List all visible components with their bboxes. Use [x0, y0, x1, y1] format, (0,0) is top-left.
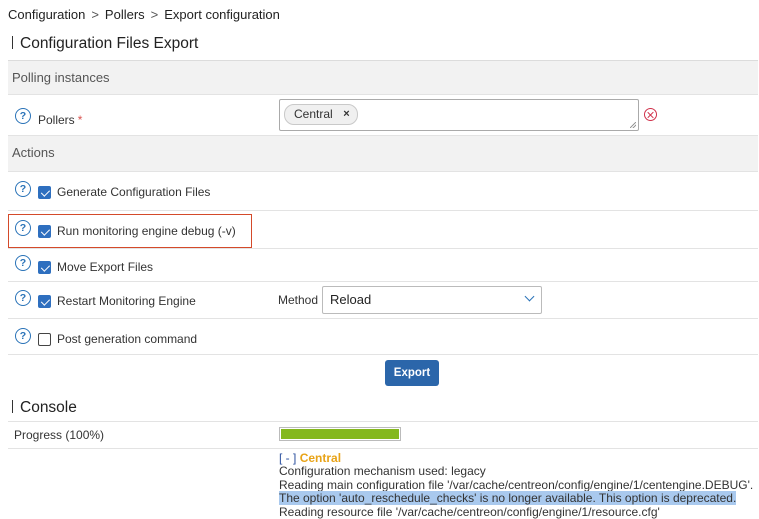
progress-label: Progress (100%) [14, 428, 105, 442]
log-line: Reading main configuration file '/var/ca… [279, 477, 754, 492]
poller-tag-central: Central × [284, 104, 358, 125]
breadcrumb-pollers[interactable]: Pollers [105, 7, 145, 22]
log-line: Reading resource file '/var/cache/centre… [279, 504, 660, 519]
help-icon[interactable]: ? [15, 255, 31, 271]
console-log: [ - ] Central Configuration mechanism us… [279, 451, 754, 519]
pollers-row: ? Pollers * Central × [8, 95, 758, 136]
actions-header: Actions [8, 136, 758, 172]
console-section-title: Console [12, 399, 77, 417]
help-icon[interactable]: ? [15, 108, 31, 124]
help-icon[interactable]: ? [15, 181, 31, 197]
breadcrumb-export-configuration[interactable]: Export configuration [164, 7, 280, 22]
remove-tag-icon[interactable]: × [343, 105, 349, 124]
page-title: Configuration Files Export [20, 35, 199, 52]
generate-config-label: Generate Configuration Files [57, 185, 211, 199]
export-button[interactable]: Export [385, 360, 439, 386]
generate-config-checkbox[interactable] [38, 186, 51, 199]
move-export-label: Move Export Files [57, 260, 154, 274]
breadcrumb: Configuration > Pollers > Export configurati… [8, 7, 280, 22]
log-poller-header: [ - ] Central [279, 451, 753, 465]
action-row-restart: ? Restart Monitoring Engine Method Reloa… [8, 282, 758, 319]
pollers-label-text: Pollers [38, 113, 75, 127]
export-form: Polling instances ? Pollers * Central × A… [8, 60, 758, 355]
console-divider [8, 421, 758, 422]
help-icon[interactable]: ? [15, 290, 31, 306]
polling-instances-header: Polling instances [8, 61, 758, 95]
log-line-warning: The option 'auto_reschedule_checks' is n… [279, 491, 737, 506]
actions-label: Actions [12, 145, 55, 160]
debug-highlight-frame [8, 214, 252, 248]
post-generation-checkbox[interactable] [38, 333, 51, 346]
log-poller-name: Central [299, 451, 342, 465]
breadcrumb-configuration[interactable]: Configuration [8, 7, 85, 22]
method-label: Method [278, 293, 319, 307]
method-selected-value: Reload [330, 292, 372, 307]
method-select[interactable]: Reload [322, 286, 542, 314]
clear-selection-icon[interactable] [644, 108, 657, 121]
restart-engine-label: Restart Monitoring Engine [57, 294, 196, 308]
resize-handle-icon[interactable] [630, 122, 636, 128]
export-section-title: Configuration Files Export [12, 35, 198, 53]
action-row-move: ? Move Export Files [8, 249, 758, 282]
console-divider [8, 448, 758, 449]
collapse-toggle[interactable]: [ - ] [279, 451, 296, 465]
pollers-select[interactable]: Central × [279, 99, 639, 131]
pollers-label: Pollers * [38, 113, 82, 127]
poller-tag-label: Central [294, 107, 333, 121]
restart-engine-checkbox[interactable] [38, 295, 51, 308]
polling-instances-label: Polling instances [12, 70, 110, 85]
breadcrumb-separator: > [150, 7, 159, 22]
post-generation-label: Post generation command [57, 332, 198, 346]
help-icon[interactable]: ? [15, 328, 31, 344]
move-export-checkbox[interactable] [38, 261, 51, 274]
title-bar [12, 400, 13, 413]
chevron-down-icon [524, 291, 535, 302]
console-title: Console [20, 399, 77, 416]
action-row-generate: ? Generate Configuration Files [8, 172, 758, 211]
progress-bar [279, 427, 401, 441]
progress-fill [281, 429, 399, 439]
log-line: Configuration mechanism used: legacy [279, 464, 486, 479]
action-row-post: ? Post generation command [8, 319, 758, 355]
breadcrumb-separator: > [91, 7, 99, 22]
title-bar [12, 36, 13, 49]
required-mark: * [77, 113, 83, 127]
